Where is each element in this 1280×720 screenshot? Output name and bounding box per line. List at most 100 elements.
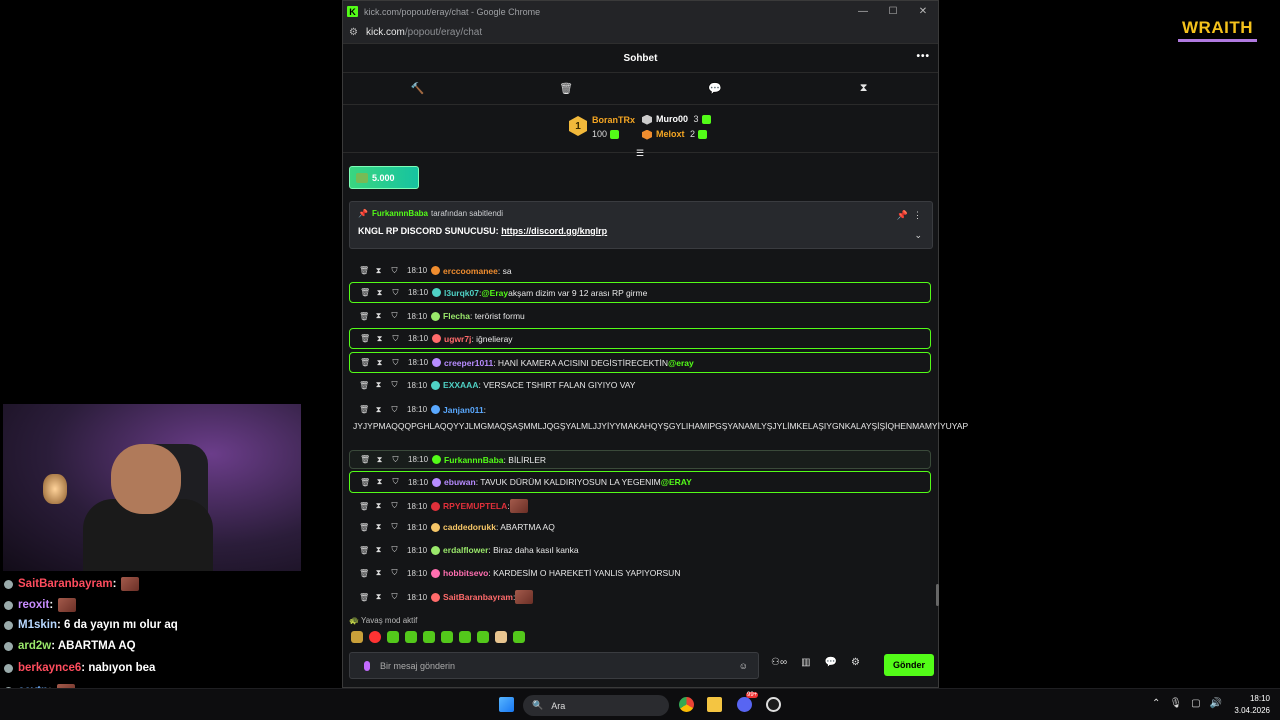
delete-icon[interactable]: 🗑 [359,405,369,414]
emote-button[interactable] [477,631,489,643]
emote-button[interactable] [369,631,381,643]
taskbar-search[interactable]: 🔍 Ara [523,695,669,716]
timeout-icon[interactable]: ⧗ [375,522,382,532]
volume-icon[interactable]: 🔊 [1210,698,1222,709]
timeout-icon[interactable]: ⧗ [376,288,383,298]
delete-icon[interactable]: 🗑 [360,358,370,367]
chat-username[interactable]: hobbitsevo [443,568,488,578]
send-button[interactable]: Gönder [884,654,934,676]
timeout-icon[interactable]: ⧗ [375,266,382,276]
chat-username[interactable]: SaitBaranbayram [443,592,513,602]
gift-counter-button[interactable]: 5.000 [349,166,419,189]
maximize-button[interactable]: ☐ [878,6,908,17]
settings-gear-icon[interactable]: ⚙ [851,657,860,668]
chat-scrollbar[interactable] [936,584,939,606]
windows-start-icon[interactable] [499,697,514,712]
delete-icon[interactable]: 🗑 [360,478,370,487]
hourglass-icon[interactable]: ⧗ [789,82,938,95]
chat-filter-icon[interactable]: ☰ [636,148,644,159]
discord-icon[interactable] [737,697,752,712]
chat-username[interactable]: FurkannnBaba [444,455,504,465]
delete-icon[interactable]: 🗑 [359,523,369,532]
timeout-icon[interactable]: ⧗ [375,501,382,511]
more-options-icon[interactable]: ••• [916,51,930,62]
ban-icon[interactable]: ⛉ [391,592,398,602]
ban-icon[interactable]: ⛉ [391,405,398,415]
chat-username[interactable]: ugwr7j [444,334,471,344]
infinity-icon[interactable]: ⚇∞ [771,657,787,668]
ban-icon[interactable]: ⛉ [391,380,398,390]
store-icon[interactable]: ▥ [801,657,810,668]
chat-username[interactable]: EXXAAA [443,380,478,390]
timeout-icon[interactable]: ⧗ [375,405,382,415]
chat-username[interactable]: RPYEMUPTELA [443,501,507,511]
leader-first-name[interactable]: BoranTRx [592,115,635,125]
pinned-by-user[interactable]: FurkannnBaba [372,209,428,218]
chat-username[interactable]: Janjan011 [443,405,484,415]
delete-icon[interactable]: 🗑 [359,546,369,555]
chat-username[interactable]: creeper1011 [444,358,493,368]
ban-icon[interactable]: ⛉ [391,311,398,321]
minimize-button[interactable]: — [848,6,878,17]
delete-icon[interactable]: 🗑 [359,381,369,390]
delete-icon[interactable]: 🗑 [360,334,370,343]
chat-username[interactable]: erccoomanee [443,266,498,276]
pinned-link[interactable]: https://discord.gg/knglrp [501,226,607,236]
microphone-icon[interactable] [364,660,370,671]
clock[interactable]: 18:10 3.04.2026 [1228,693,1270,717]
timeout-icon[interactable]: ⧗ [376,358,383,368]
delete-icon[interactable]: 🗑 [360,288,370,297]
ban-icon[interactable]: ⛉ [391,501,398,511]
trash-icon[interactable]: 🗑 [492,82,641,95]
ban-icon[interactable]: ⛉ [392,477,399,487]
emote-button[interactable] [495,631,507,643]
timeout-icon[interactable]: ⧗ [375,545,382,555]
timeout-icon[interactable]: ⧗ [376,477,383,487]
expand-chevron-icon[interactable]: ⌄ [914,230,922,241]
emote-button[interactable] [351,631,363,643]
delete-icon[interactable]: 🗑 [359,312,369,321]
close-button[interactable]: ✕ [908,6,938,17]
ban-icon[interactable]: ⛉ [391,266,398,276]
ban-hammer-icon[interactable]: 🔨 [343,82,492,95]
mention[interactable]: @eray [668,358,694,368]
mention[interactable]: @ERAY [661,477,692,487]
emote-button[interactable] [513,631,525,643]
timeout-icon[interactable]: ⧗ [375,311,382,321]
emote-button[interactable] [405,631,417,643]
delete-icon[interactable]: 🗑 [359,502,369,511]
emote-button[interactable] [459,631,471,643]
ban-icon[interactable]: ⛉ [392,334,399,344]
emote-button[interactable] [441,631,453,643]
emoji-picker-icon[interactable]: ☺ [739,661,748,671]
message-input[interactable]: Bir mesaj gönderin ☺ [349,652,759,679]
leader-second[interactable]: Muro00 3 [642,114,711,125]
chat-username[interactable]: ebuwan [444,477,476,487]
leader-third[interactable]: Meloxt 2 [642,129,708,140]
timeout-icon[interactable]: ⧗ [376,455,383,465]
ban-icon[interactable]: ⛉ [391,522,398,532]
unpin-icon[interactable]: 📌 ⋮ [897,210,922,221]
emote-button[interactable] [423,631,435,643]
mention[interactable]: @Eray [481,288,508,298]
display-icon[interactable]: ▢ [1191,698,1200,709]
chevron-up-icon[interactable]: ⌃ [1152,698,1160,709]
address-bar[interactable]: ⚙ kick.com/popout/eray/chat [343,22,938,44]
timeout-icon[interactable]: ⧗ [376,334,383,344]
timeout-icon[interactable]: ⧗ [375,592,382,602]
delete-icon[interactable]: 🗑 [359,266,369,275]
emote-button[interactable] [387,631,399,643]
timeout-icon[interactable]: ⧗ [375,568,382,578]
chat-username[interactable]: caddedorukk [443,522,496,532]
ban-icon[interactable]: ⛉ [391,545,398,555]
site-settings-icon[interactable]: ⚙ [349,27,358,38]
ban-icon[interactable]: ⛉ [391,568,398,578]
mic-tray-icon[interactable]: 🎙 [1169,698,1182,709]
delete-icon[interactable]: 🗑 [359,593,369,602]
chat-bubble-icon[interactable]: 💬 [641,82,790,95]
delete-icon[interactable]: 🗑 [360,455,370,464]
ban-icon[interactable]: ⛉ [392,455,399,465]
chat-rules-icon[interactable]: 💬 [825,657,837,668]
chrome-icon[interactable] [679,697,694,712]
chat-username[interactable]: Flecha [443,311,470,321]
